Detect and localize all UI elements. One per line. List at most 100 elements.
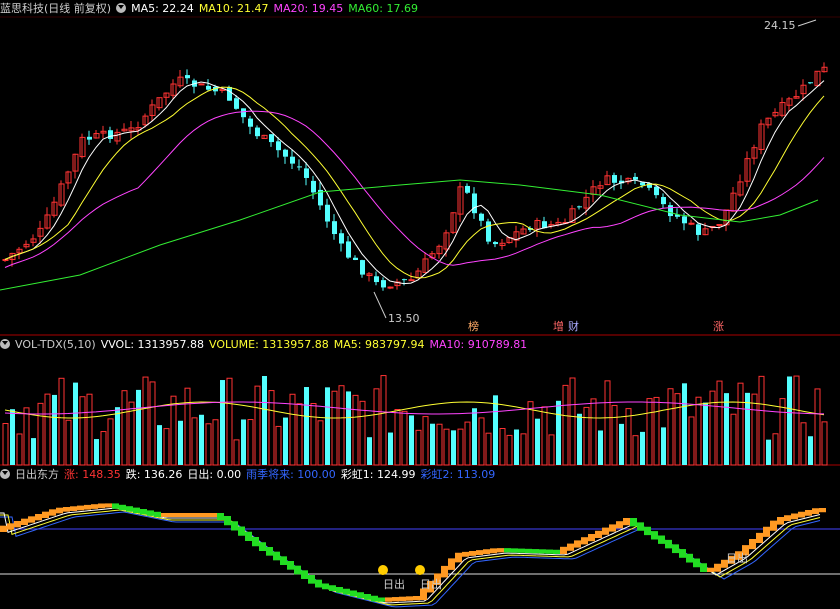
indicator-title: 日出东方 [15,468,59,481]
volume-bar [170,395,177,466]
candle-body [108,130,113,139]
volume-bar [115,407,120,465]
trend-block [42,511,49,518]
dropdown-icon[interactable] [0,339,10,349]
trend-block [805,510,812,516]
candle-body [387,286,394,289]
volume-label: VOLUME: 1313957.88 [209,338,329,351]
candle-body [696,224,701,235]
volume-bar [401,410,408,466]
trend-block [749,539,756,550]
dropdown-icon[interactable] [0,469,10,479]
trend-block [637,522,644,531]
trend-block [784,515,791,521]
volume-bar [268,390,275,466]
volume-bar [604,380,611,466]
trend-block [35,514,42,521]
trend-block [539,549,546,554]
trend-block [560,546,567,554]
trend-block [364,594,371,600]
caihong2-label: 彩虹2: 113.09 [420,468,496,481]
volume-bar [632,435,639,466]
volume-bar [667,388,674,466]
volume-bar [325,387,330,465]
candle-body [486,221,491,242]
trend-block [154,511,161,517]
candle-body [311,180,316,193]
stock-chart[interactable] [0,0,840,609]
candle-body [255,127,260,137]
trend-block [350,590,357,597]
volume-bar [304,387,309,465]
trend-block [812,508,819,514]
candle-body [198,83,205,86]
volume-bar [724,393,729,465]
volume-bar [94,439,99,465]
candle-body [269,134,274,143]
volume-bar [310,403,317,466]
volume-bar [611,404,618,466]
event-tag-zeng[interactable]: 增 [551,320,566,333]
volume-bar [262,376,267,465]
sunrise-marker: 日出 [726,552,748,565]
candle-body [304,168,309,178]
volume-bar [100,431,107,466]
volume-bar [422,416,429,466]
trend-block [679,549,686,558]
caihong1-label: 彩虹1: 124.99 [340,468,416,481]
trend-block [301,570,308,579]
trend-block [56,507,63,514]
candle-body [472,193,477,214]
trend-block [686,553,693,563]
vvol-label: VVOL: 1313957.88 [100,338,205,351]
volume-bar [142,376,149,466]
dropdown-icon[interactable] [116,3,127,13]
ma60-label: MA60: 17.69 [348,2,418,15]
volume-bar [472,408,477,465]
ma10-label: MA10: 21.47 [198,2,269,15]
trend-block [392,597,399,602]
volume-bar [409,415,414,465]
volume-bar [220,380,225,465]
trend-block [511,548,518,553]
volume-bar [520,433,527,466]
volume-bar [590,398,597,466]
candle-body [234,98,239,109]
trend-block [714,563,721,572]
trend-block [189,513,196,517]
smiley-icon [415,565,425,575]
volume-bar [514,429,519,465]
volume-bar [317,420,324,466]
ma5-label: MA5: 22.24 [131,2,194,15]
volume-bar [527,401,534,466]
trend-block [343,588,350,595]
volume-bar [793,375,800,466]
trend-block [280,556,287,565]
candle-body [290,156,295,164]
volume-bar [163,428,170,466]
trend-block [7,523,14,530]
volume-bar [583,406,590,466]
volume-bar [149,381,156,466]
volume-bar [787,376,792,465]
volume-bar [283,417,288,465]
ma20-line [4,110,825,268]
trend-block [329,585,336,591]
vol-ma5-label: MA5: 983797.94 [333,338,425,351]
volume-bar [10,409,15,465]
trend-block [469,551,476,556]
volume-bar [65,419,72,466]
trend-block [665,539,672,549]
trend-block [595,530,602,538]
event-tag-cai[interactable]: 财 [566,320,581,333]
vol-title: VOL-TDX(5,10) [15,338,96,351]
trend-block [630,518,637,527]
event-tag-zhang[interactable]: 涨 [711,320,726,333]
event-tag-bang[interactable]: 榜 [466,320,481,333]
volume-bar [451,430,456,465]
volume-bar [569,377,576,466]
trend-block [791,513,798,520]
volume-bar [233,439,240,466]
volume-bar [653,396,660,466]
volume-bar [766,439,771,465]
